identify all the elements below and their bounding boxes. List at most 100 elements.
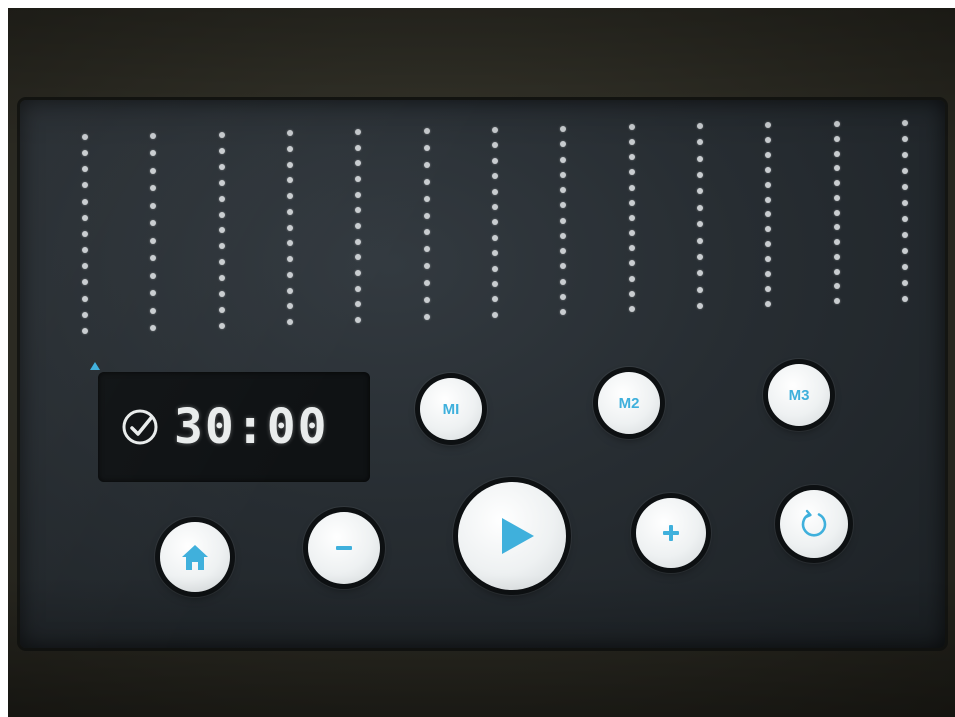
level-dot <box>765 181 771 188</box>
level-dot <box>424 313 430 320</box>
level-dot <box>834 298 840 304</box>
level-dot <box>902 248 908 254</box>
decrease-button[interactable] <box>308 512 380 584</box>
level-dot <box>834 283 840 290</box>
level-dot <box>355 222 361 229</box>
level-dot <box>287 303 293 310</box>
level-dot <box>765 241 771 248</box>
device-photo: 30:00 MI M2 M3 <box>8 8 955 717</box>
timer-display: 30:00 <box>98 372 370 482</box>
level-dot <box>902 296 908 302</box>
level-dot <box>560 263 566 270</box>
level-dot <box>82 327 88 334</box>
increase-button[interactable] <box>636 498 706 568</box>
level-dot <box>834 239 840 245</box>
level-dot <box>355 254 361 261</box>
level-dot <box>219 163 225 170</box>
level-dot <box>287 224 293 231</box>
level-dot <box>82 247 88 254</box>
level-column <box>695 123 705 309</box>
level-dot <box>150 237 156 244</box>
level-dot <box>492 234 498 241</box>
level-dot <box>902 152 908 158</box>
level-dot <box>492 219 498 226</box>
level-dot <box>629 169 635 176</box>
level-dot <box>287 271 293 278</box>
level-dot <box>765 285 771 292</box>
level-dot <box>355 238 361 245</box>
level-dot <box>287 240 293 247</box>
level-dot <box>492 188 498 195</box>
level-dot <box>629 199 635 206</box>
level-dot <box>82 263 88 270</box>
level-dot <box>765 122 771 128</box>
level-dot <box>492 311 498 318</box>
level-dot <box>150 255 156 262</box>
level-dot <box>902 216 908 222</box>
level-dot <box>82 214 88 221</box>
level-dot <box>150 185 156 192</box>
level-dot <box>424 297 430 304</box>
level-dot <box>629 230 635 237</box>
level-dot <box>355 129 361 135</box>
level-dot <box>902 120 908 126</box>
level-dot <box>834 268 840 275</box>
memory-1-button[interactable]: MI <box>420 378 482 440</box>
level-dot <box>697 270 703 277</box>
level-dot <box>355 160 361 167</box>
level-column <box>900 120 910 302</box>
level-dot <box>902 232 908 238</box>
level-dot <box>765 300 771 307</box>
timer-value: 30:00 <box>174 399 329 455</box>
level-dot <box>629 245 635 252</box>
level-dot <box>355 191 361 198</box>
level-dot <box>629 290 635 297</box>
level-dot <box>765 271 771 278</box>
level-dot <box>82 230 88 237</box>
level-dot <box>82 134 88 140</box>
level-dot <box>219 322 225 329</box>
level-dot <box>697 302 703 309</box>
plus-icon <box>663 525 679 541</box>
level-dot <box>424 128 430 134</box>
level-dot <box>560 217 566 224</box>
level-dot <box>834 209 840 216</box>
level-column <box>80 134 90 334</box>
home-button[interactable] <box>160 522 230 592</box>
reset-button[interactable] <box>780 490 848 558</box>
level-dot <box>424 229 430 236</box>
level-dot <box>765 136 771 143</box>
level-dot <box>355 301 361 308</box>
level-dot <box>629 214 635 221</box>
level-dot <box>834 121 840 127</box>
level-dot <box>765 196 771 203</box>
level-dot <box>765 166 771 173</box>
level-dot <box>560 293 566 300</box>
control-screen: 30:00 MI M2 M3 <box>20 100 945 648</box>
level-marker-icon <box>90 362 100 370</box>
level-column <box>832 121 842 304</box>
level-dot <box>697 204 703 211</box>
level-column <box>558 126 568 315</box>
level-dot <box>355 316 361 323</box>
level-dot <box>219 243 225 250</box>
level-dot <box>492 127 498 133</box>
level-dot <box>560 187 566 193</box>
level-dot <box>219 211 225 218</box>
play-button[interactable] <box>458 482 566 590</box>
level-dot <box>629 139 635 146</box>
level-dot <box>765 151 771 158</box>
memory-2-button[interactable]: M2 <box>598 372 660 434</box>
level-column <box>285 130 295 325</box>
level-dot <box>424 178 430 185</box>
level-dot <box>287 256 293 262</box>
memory-3-button[interactable]: M3 <box>768 364 830 426</box>
level-column <box>763 122 773 307</box>
level-dot <box>834 135 840 142</box>
level-column <box>422 128 432 320</box>
level-dot <box>150 150 156 157</box>
reset-icon <box>801 509 827 537</box>
level-dot <box>82 279 88 286</box>
level-dot <box>424 195 430 202</box>
level-dot <box>424 263 430 270</box>
